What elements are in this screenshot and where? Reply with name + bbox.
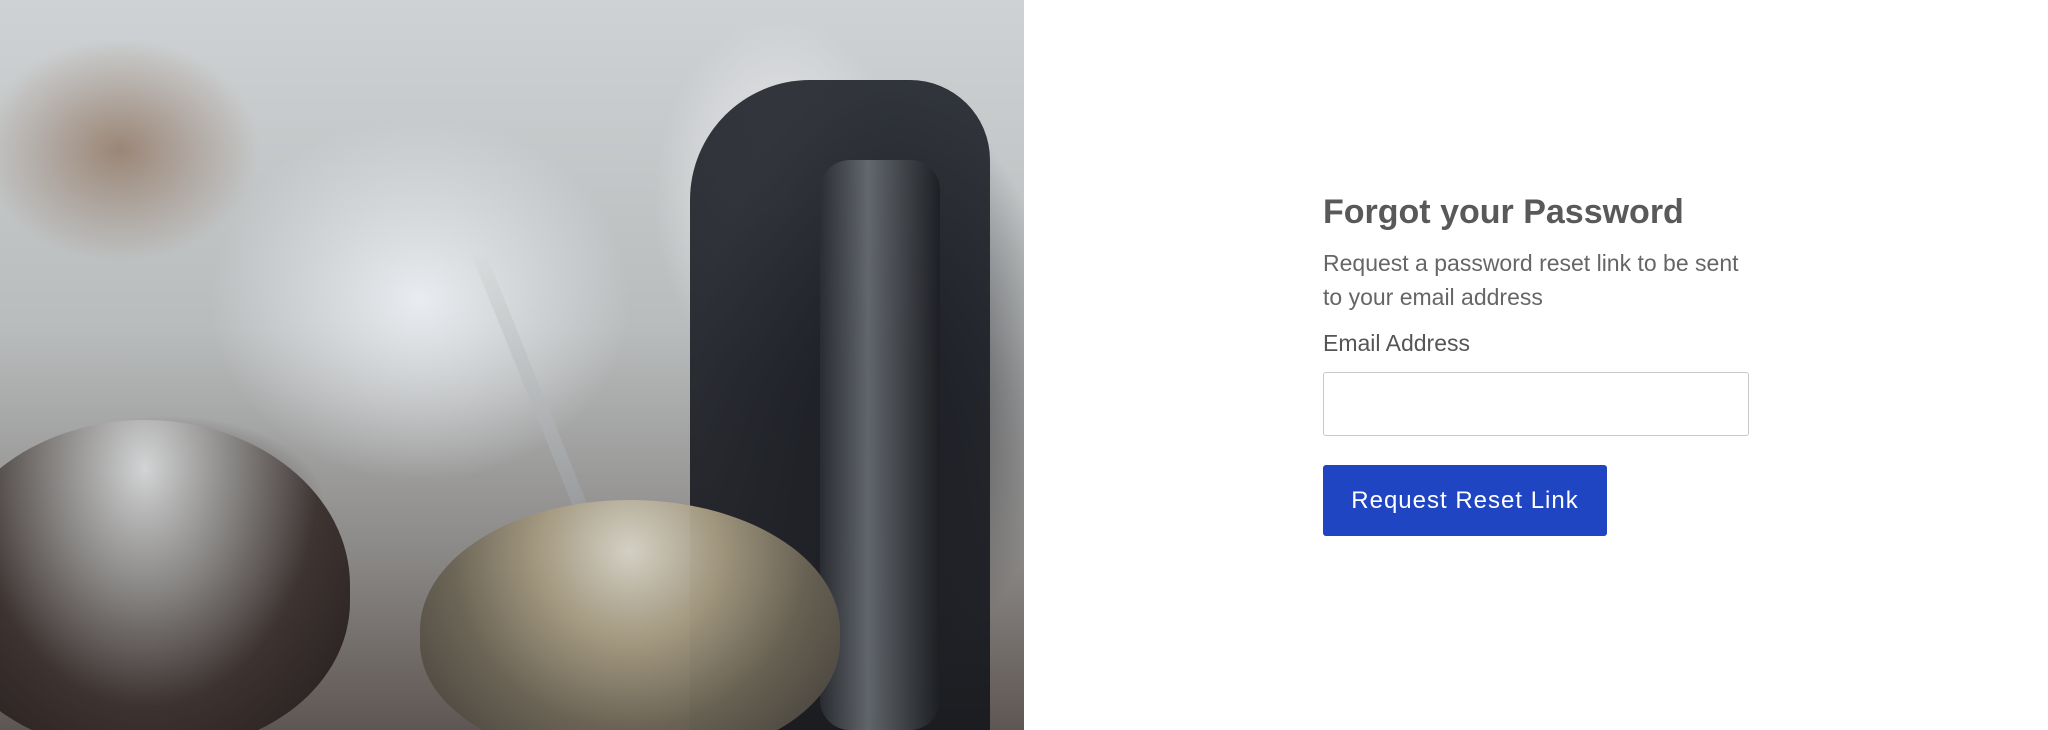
page-title: Forgot your Password: [1323, 193, 1684, 231]
email-input[interactable]: [1323, 372, 1749, 436]
email-label: Email Address: [1323, 330, 1471, 356]
request-reset-link-button[interactable]: Request Reset Link: [1323, 465, 1607, 536]
form-description: Request a password reset link to be sent…: [1323, 250, 1739, 310]
mixing-bowl-left: [0, 420, 350, 730]
forgot-password-form: Forgot your Password Request a password …: [1323, 186, 1749, 536]
hero-image: [0, 0, 1024, 730]
